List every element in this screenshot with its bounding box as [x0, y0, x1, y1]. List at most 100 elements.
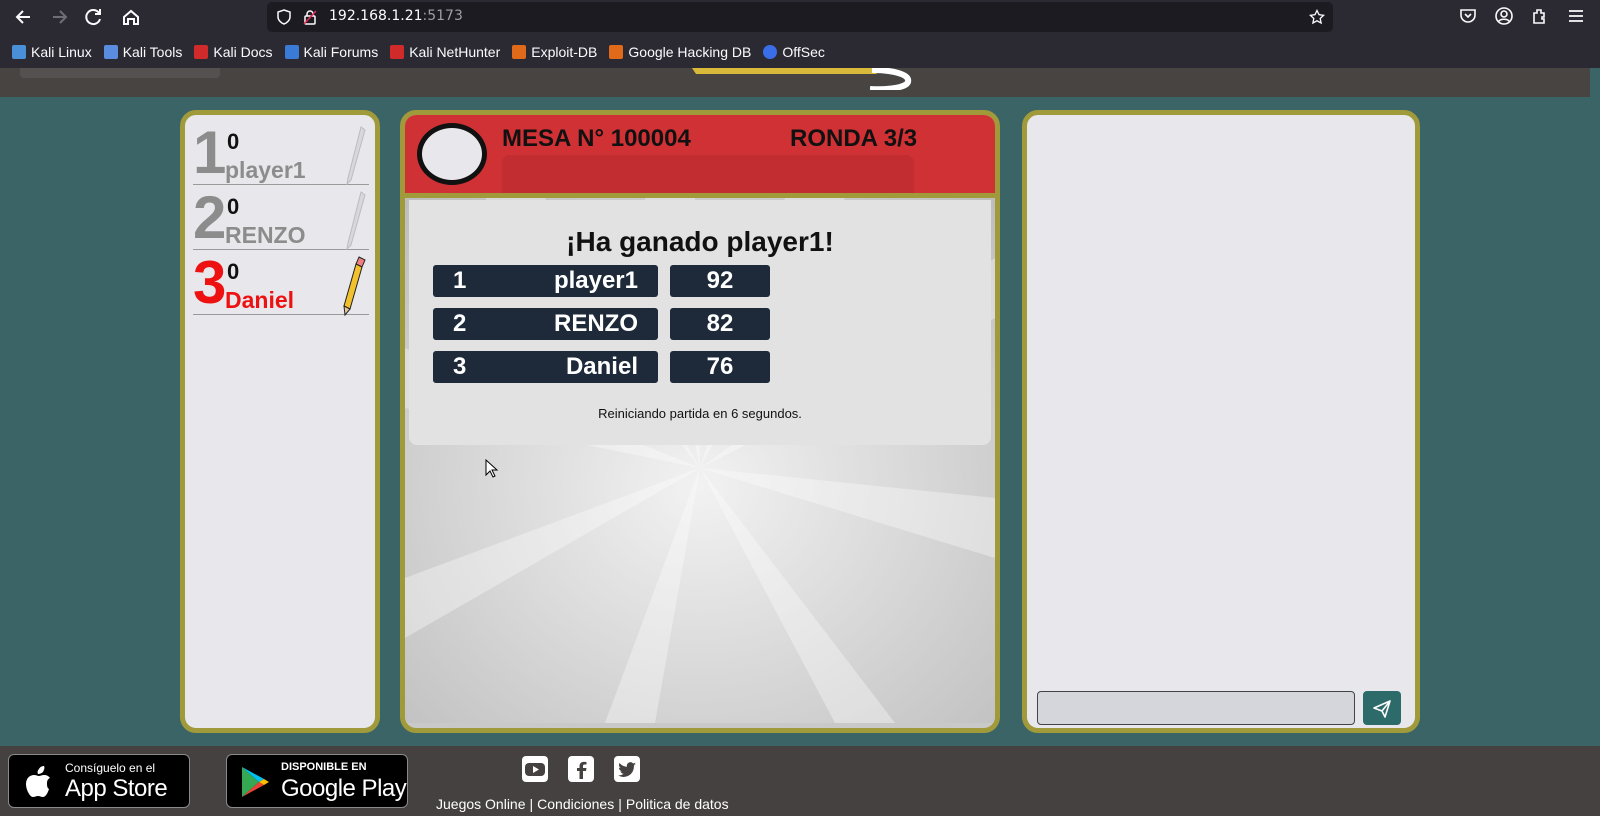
bookmark-offsec[interactable]: OffSec	[763, 44, 825, 60]
google-play-icon	[242, 767, 269, 797]
mouse-cursor-icon	[485, 459, 499, 478]
arrow-right-icon	[53, 10, 68, 24]
shield-icon	[277, 9, 291, 25]
restart-countdown: Reiniciando partida en 6 segundos.	[598, 406, 802, 421]
result-player-name: player1	[553, 267, 638, 294]
result-player: 3 Daniel	[433, 351, 658, 383]
pocket-icon[interactable]	[1458, 6, 1478, 26]
player-row: 2 0 RENZO	[193, 184, 369, 251]
bookmark-kali-nethunter[interactable]: Kali NetHunter	[390, 44, 500, 60]
reload-icon	[85, 9, 101, 26]
bookmark-kali-forums[interactable]: Kali Forums	[284, 44, 378, 60]
result-position: 3	[453, 353, 467, 380]
link-separator: |	[618, 796, 622, 812]
url-host: 192.168.1.21	[329, 8, 423, 24]
account-icon[interactable]	[1494, 6, 1514, 26]
pencil-inactive-icon	[346, 126, 366, 186]
link-juegos-online[interactable]: Juegos Online	[436, 796, 526, 812]
link-politica-datos[interactable]: Politica de datos	[626, 796, 729, 812]
player-name: RENZO	[225, 222, 306, 248]
bookmark-label: Kali Docs	[213, 44, 273, 60]
result-player: 2 RENZO	[433, 308, 658, 340]
kali-docs-icon	[194, 45, 209, 59]
player-name: player1	[225, 157, 306, 183]
pencil-active-icon	[343, 256, 366, 317]
insecure-lock-icon[interactable]	[302, 9, 318, 25]
game-header: MESA N° 100004 RONDA 3/3	[405, 115, 995, 193]
player-rank: 2	[193, 184, 227, 251]
player-rank: 3	[193, 249, 227, 316]
twitter-icon[interactable]	[614, 756, 640, 782]
ghdb-icon	[609, 45, 624, 59]
result-player-name: Daniel	[565, 353, 638, 380]
result-player-name: RENZO	[554, 310, 638, 337]
reload-button[interactable]	[80, 4, 108, 30]
bookmark-label: Google Hacking DB	[628, 44, 752, 60]
google-play-badge[interactable]: DISPONIBLE EN Google Play	[226, 754, 408, 808]
back-button[interactable]	[10, 4, 38, 30]
arrow-left-icon	[15, 10, 30, 24]
bookmarks-toolbar: Kali Linux Kali Tools Kali Docs Kali For…	[0, 38, 1600, 66]
result-player: 1 player1	[433, 265, 658, 297]
home-button[interactable]	[117, 4, 145, 30]
gplay-small-text: DISPONIBLE EN	[281, 761, 367, 773]
header-menu-button[interactable]	[20, 68, 220, 78]
game-panel: MESA N° 100004 RONDA 3/3 ¡Ha ganado play…	[400, 110, 1000, 733]
bookmark-label: Exploit-DB	[531, 44, 598, 60]
result-score: 76	[670, 351, 770, 383]
facebook-icon[interactable]	[568, 756, 594, 782]
result-position: 2	[453, 310, 467, 337]
appstore-big-text: App Store	[65, 775, 168, 802]
gplay-big-text: Google Play	[281, 775, 407, 802]
kali-dragon-icon	[12, 45, 26, 59]
chat-panel	[1022, 110, 1420, 733]
link-separator: |	[529, 796, 534, 812]
offsec-icon	[763, 45, 778, 59]
send-icon	[1373, 700, 1391, 718]
site-logo[interactable]	[692, 68, 922, 90]
bookmark-label: Kali Tools	[122, 44, 183, 60]
apple-icon	[26, 766, 50, 797]
star-icon[interactable]	[1309, 9, 1325, 25]
footer-links: Juegos Online | Condiciones | Politica de da…	[436, 796, 729, 812]
table-number: MESA N° 100004	[502, 125, 691, 152]
player-row-drawing: 3 0 Daniel	[193, 249, 369, 317]
player-score: 0	[227, 194, 240, 219]
bookmark-kali-linux[interactable]: Kali Linux	[12, 44, 92, 60]
extensions-icon[interactable]	[1530, 6, 1550, 26]
youtube-icon[interactable]	[522, 756, 548, 782]
menu-icon[interactable]	[1566, 6, 1586, 26]
address-bar[interactable]: 192.168.1.21:5173	[267, 2, 1333, 32]
bookmark-exploit-db[interactable]: Exploit-DB	[512, 44, 597, 60]
chat-input[interactable]	[1037, 691, 1355, 725]
bookmark-kali-tools[interactable]: Kali Tools	[103, 44, 183, 60]
home-icon	[123, 9, 139, 25]
appstore-small-text: Consíguelo en el	[65, 761, 156, 775]
send-button[interactable]	[1363, 691, 1401, 725]
url-port: :5173	[422, 8, 463, 24]
bookmark-label: Kali Linux	[31, 44, 92, 60]
bookmark-label: OffSec	[782, 44, 825, 60]
link-condiciones[interactable]: Condiciones	[537, 796, 614, 812]
word-hint-box	[502, 155, 914, 193]
site-footer: Consíguelo en el App Store DISPONIBLE EN…	[0, 746, 1600, 816]
browser-chrome: 192.168.1.21:5173 Kali Linux Kali Tools …	[0, 0, 1600, 68]
player-score: 0	[227, 129, 240, 154]
round-counter: RONDA 3/3	[790, 125, 918, 152]
url-text: 192.168.1.21:5173	[329, 8, 463, 24]
player-name: Daniel	[225, 287, 295, 313]
player-score: 0	[227, 259, 240, 284]
page-scrollbar[interactable]	[1590, 68, 1600, 746]
bookmark-kali-docs[interactable]: Kali Docs	[194, 44, 273, 60]
bookmark-label: Kali NetHunter	[409, 44, 501, 60]
player-rank: 1	[193, 119, 227, 186]
player-row: 1 0 player1	[193, 119, 369, 186]
result-position: 1	[453, 267, 467, 294]
forward-button[interactable]	[45, 4, 73, 30]
winner-title: ¡Ha ganado player1!	[566, 226, 834, 257]
bookmark-google-hacking-db[interactable]: Google Hacking DB	[609, 44, 751, 60]
kali-tools-icon	[103, 45, 118, 59]
pencil-inactive-icon	[346, 191, 366, 251]
app-store-badge[interactable]: Consíguelo en el App Store	[8, 754, 190, 808]
result-score: 92	[670, 265, 770, 297]
